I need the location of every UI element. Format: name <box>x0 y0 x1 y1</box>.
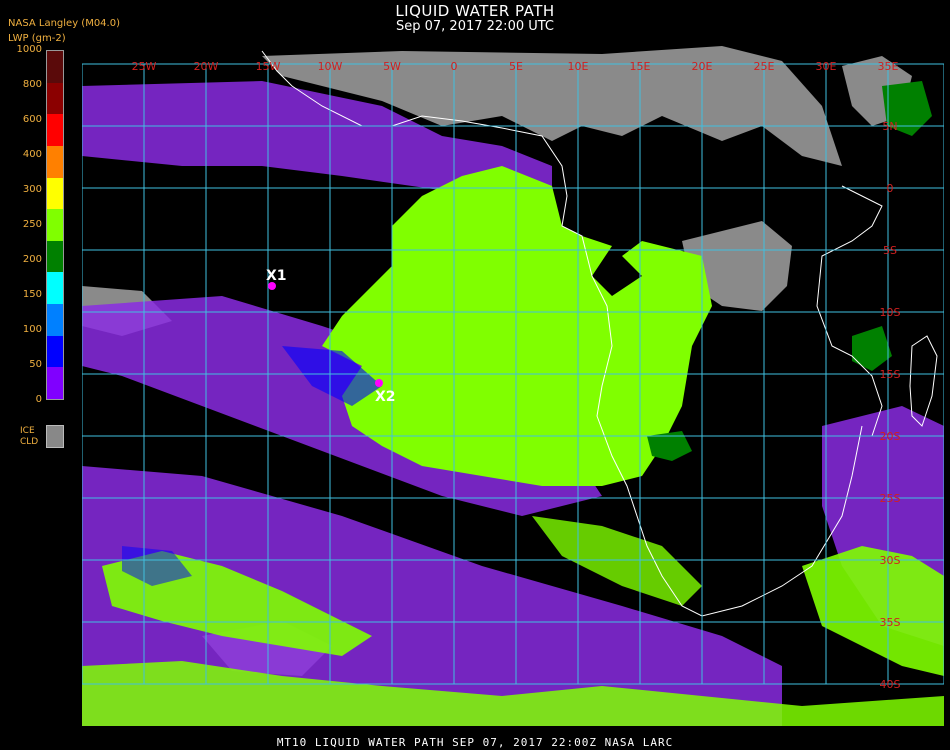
ice-cloud-swatch <box>46 425 64 448</box>
latitude-label: 30S <box>880 554 901 567</box>
legend-tick-label: 150 <box>22 289 42 300</box>
legend-swatch <box>47 240 63 273</box>
footer-caption: MT10 LIQUID WATER PATH SEP 07, 2017 22:0… <box>276 736 674 749</box>
map-title: LIQUID WATER PATH <box>395 2 555 20</box>
color-legend <box>46 50 64 400</box>
latitude-label: 15S <box>880 368 901 381</box>
marker-label: X2 <box>375 389 396 405</box>
latitude-label: 25S <box>880 492 901 505</box>
latitude-label: 20S <box>880 430 901 443</box>
legend-swatch <box>47 272 63 304</box>
latitude-label: 0 <box>887 182 894 195</box>
marker-point <box>375 379 383 387</box>
longitude-label: 35E <box>878 60 899 73</box>
legend-swatch <box>47 335 63 368</box>
legend-tick-label: 200 <box>22 254 42 265</box>
legend-swatch <box>47 114 63 146</box>
marker-label: X1 <box>266 268 287 284</box>
longitude-label: 15E <box>630 60 651 73</box>
legend-tick-label: 800 <box>22 79 42 90</box>
legend-swatch <box>47 304 63 336</box>
units-label: LWP (gm-2) <box>8 33 66 44</box>
map-datetime: Sep 07, 2017 22:00 UTC <box>395 19 555 34</box>
legend-swatch <box>47 177 63 210</box>
longitude-label: 5E <box>509 60 523 73</box>
latitude-label: 35S <box>880 616 901 629</box>
cloud-label: CLD <box>20 437 39 447</box>
legend-tick-label: 0 <box>35 394 42 405</box>
legend-swatch <box>47 209 63 241</box>
latitude-label: 5N <box>882 120 897 133</box>
legend-tick-label: 250 <box>22 219 42 230</box>
latitude-label: 40S <box>880 678 901 691</box>
legend-tick-label: 1000 <box>16 44 42 55</box>
longitude-label: 25E <box>754 60 775 73</box>
longitude-label: 30E <box>816 60 837 73</box>
legend-swatch <box>47 82 63 115</box>
latitude-label: 10S <box>880 306 901 319</box>
legend-tick-label: 50 <box>29 359 42 370</box>
legend-tick-label: 300 <box>22 184 42 195</box>
longitude-label: 0 <box>451 60 458 73</box>
map-svg: 25W 20W 15W 10W 5W 0 5E 10E 15E 20E 25E 30E 35E 5N 0 5S… <box>81 46 945 726</box>
legend-swatch <box>47 367 63 399</box>
legend-tick-label: 600 <box>22 114 42 125</box>
latitude-label: 5S <box>883 244 897 257</box>
longitude-label: 20W <box>194 60 219 73</box>
legend-tick-label: 100 <box>22 324 42 335</box>
satellite-map: 25W 20W 15W 10W 5W 0 5E 10E 15E 20E 25E 30E 35E 5N 0 5S… <box>81 46 945 726</box>
longitude-label: 5W <box>383 60 401 73</box>
longitude-label: 15W <box>256 60 281 73</box>
longitude-label: 10W <box>318 60 343 73</box>
longitude-label: 20E <box>692 60 713 73</box>
legend-tick-label: 400 <box>22 149 42 160</box>
legend-swatch <box>47 145 63 178</box>
longitude-label: 10E <box>568 60 589 73</box>
legend-swatch <box>47 51 63 83</box>
producer-label: NASA Langley (M04.0) <box>8 18 120 29</box>
ice-label: ICE <box>20 426 35 436</box>
longitude-label: 25W <box>132 60 157 73</box>
